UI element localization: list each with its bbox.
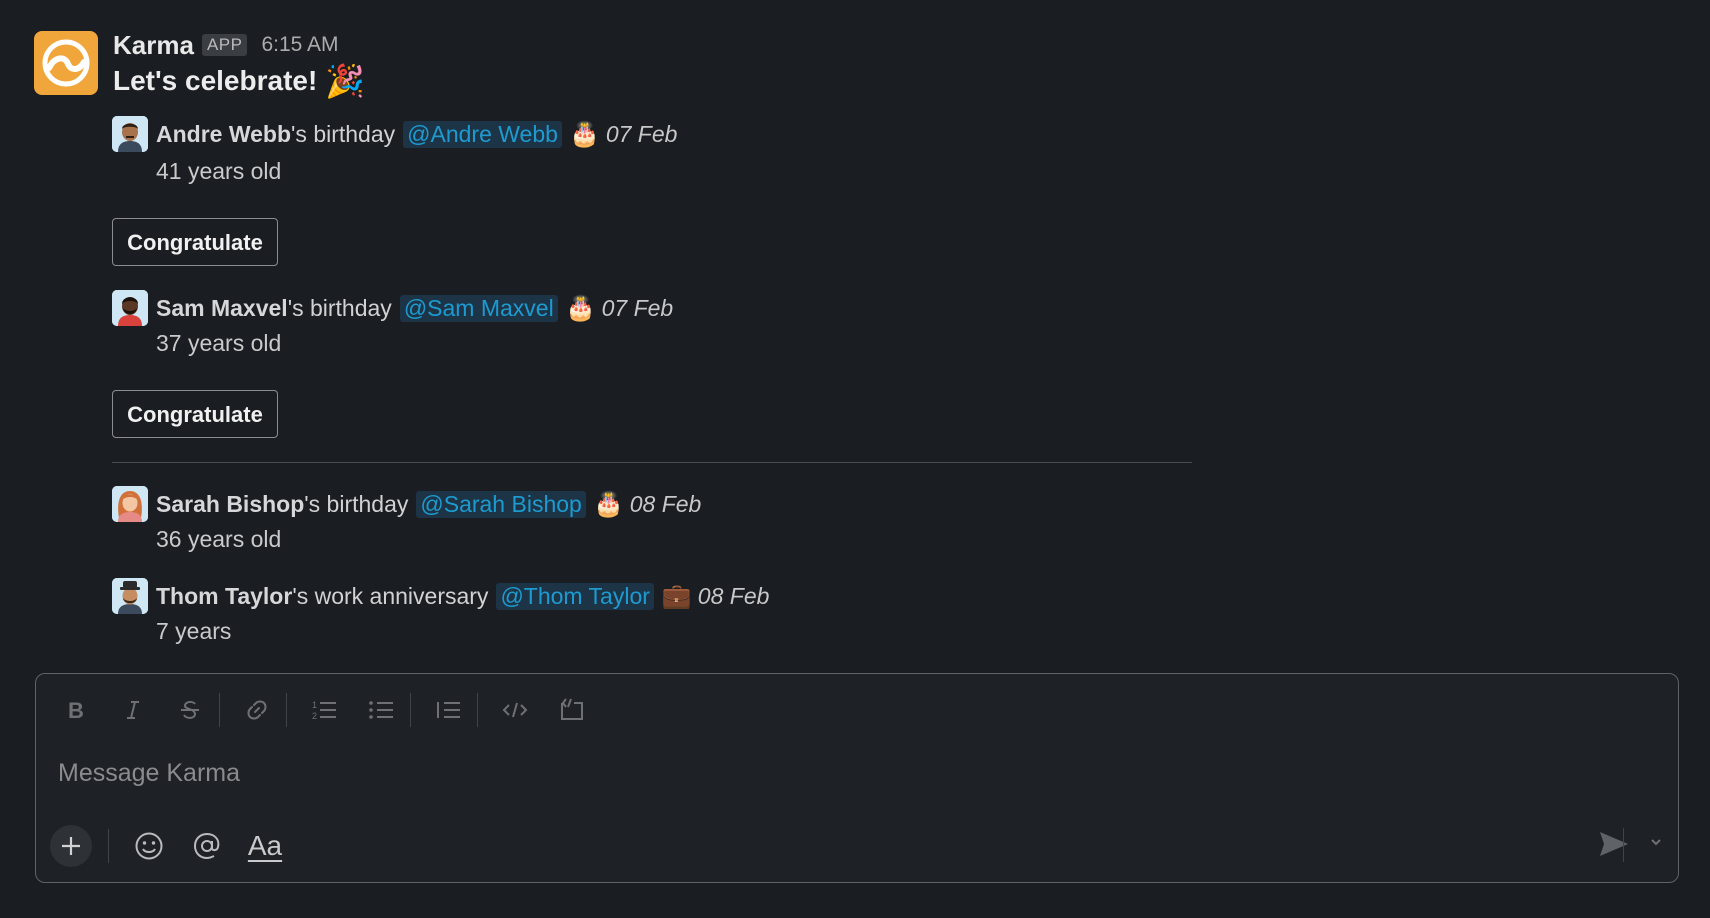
message-timestamp[interactable]: 6:15 AM xyxy=(261,33,338,57)
woman-avatar-icon xyxy=(112,486,148,522)
birthday-cake-icon: 🎂 xyxy=(569,120,600,148)
congratulate-button[interactable]: Congratulate xyxy=(112,390,278,438)
composer-actions: Aa xyxy=(50,824,305,868)
event-line: Sam Maxvel 's birthday @Sam Maxvel 🎂 07 … xyxy=(156,292,673,324)
karma-app-avatar[interactable] xyxy=(34,31,98,95)
event-type: 's work anniversary xyxy=(292,582,489,609)
event-date: 08 Feb xyxy=(629,490,702,517)
person-name[interactable]: Sarah Bishop xyxy=(156,491,304,518)
event-date: 08 Feb xyxy=(697,582,770,609)
event-type: 's birthday xyxy=(287,294,392,321)
toolbar-separator xyxy=(410,693,411,727)
emoji-icon[interactable] xyxy=(131,828,167,864)
headline-text: Let's celebrate! xyxy=(113,65,318,96)
man-avatar-icon xyxy=(112,290,148,326)
congratulate-button[interactable]: Congratulate xyxy=(112,218,278,266)
code-icon[interactable] xyxy=(495,690,535,730)
message-header: Karma APP 6:15 AM xyxy=(113,28,339,62)
toolbar-separator xyxy=(477,693,478,727)
message-composer[interactable]: B 12 Message Karma Aa xyxy=(35,673,1679,883)
person-name[interactable]: Andre Webb xyxy=(156,121,291,148)
svg-text:B: B xyxy=(68,699,84,721)
italic-icon[interactable] xyxy=(113,690,153,730)
birthday-cake-icon: 🎂 xyxy=(593,490,624,518)
event-detail: 41 years old xyxy=(156,158,282,184)
avatar[interactable] xyxy=(112,578,148,614)
chevron-down-icon[interactable] xyxy=(1648,834,1664,855)
briefcase-icon: 💼 xyxy=(661,582,692,610)
app-badge: APP xyxy=(201,34,248,56)
message-headline: Let's celebrate! 🎉 xyxy=(113,62,365,100)
formatting-toolbar: B 12 xyxy=(56,690,609,730)
event-line: Thom Taylor 's work anniversary @Thom Ta… xyxy=(156,580,769,612)
user-mention[interactable]: @Sam Maxvel xyxy=(399,294,558,322)
event-date: 07 Feb xyxy=(605,120,678,147)
bold-icon[interactable]: B xyxy=(56,690,96,730)
code-block-icon[interactable] xyxy=(552,690,592,730)
link-icon[interactable] xyxy=(237,690,277,730)
toolbar-separator xyxy=(1623,828,1624,862)
birthday-cake-icon: 🎂 xyxy=(565,294,596,322)
user-mention[interactable]: @Sarah Bishop xyxy=(416,490,586,518)
mention-icon[interactable] xyxy=(189,828,225,864)
person-name[interactable]: Thom Taylor xyxy=(156,583,292,610)
sender-name[interactable]: Karma xyxy=(113,30,194,61)
toolbar-separator xyxy=(219,693,220,727)
event-type: 's birthday xyxy=(291,120,396,147)
svg-text:2: 2 xyxy=(312,711,317,721)
section-divider xyxy=(112,462,1192,463)
event-detail: 7 years xyxy=(156,618,232,644)
blockquote-icon[interactable] xyxy=(428,690,468,730)
message-input[interactable]: Message Karma xyxy=(58,759,240,788)
avatar[interactable] xyxy=(112,116,148,152)
avatar[interactable] xyxy=(112,486,148,522)
event-line: Sarah Bishop 's birthday @Sarah Bishop 🎂… xyxy=(156,488,701,520)
karma-logo-icon xyxy=(42,39,90,87)
toolbar-separator xyxy=(108,829,109,863)
event-detail: 37 years old xyxy=(156,330,282,356)
send-icon[interactable] xyxy=(1598,829,1630,864)
person-name[interactable]: Sam Maxvel xyxy=(156,295,288,322)
event-detail: 36 years old xyxy=(156,526,282,552)
format-toggle-icon[interactable]: Aa xyxy=(247,828,283,864)
man-avatar-icon xyxy=(112,116,148,152)
man-with-hat-avatar-icon xyxy=(112,578,148,614)
format-toggle-label: Aa xyxy=(247,830,283,861)
toolbar-separator xyxy=(286,693,287,727)
ordered-list-icon[interactable]: 12 xyxy=(304,690,344,730)
plus-icon[interactable] xyxy=(50,825,92,867)
svg-text:1: 1 xyxy=(312,700,317,710)
user-mention[interactable]: @Thom Taylor xyxy=(496,582,654,610)
event-date: 07 Feb xyxy=(601,294,674,321)
event-line: Andre Webb 's birthday @Andre Webb 🎂 07 … xyxy=(156,118,677,150)
bulleted-list-icon[interactable] xyxy=(361,690,401,730)
party-popper-icon: 🎉 xyxy=(325,63,366,99)
strikethrough-icon[interactable] xyxy=(170,690,210,730)
avatar[interactable] xyxy=(112,290,148,326)
event-type: 's birthday xyxy=(304,490,409,517)
user-mention[interactable]: @Andre Webb xyxy=(403,120,562,148)
